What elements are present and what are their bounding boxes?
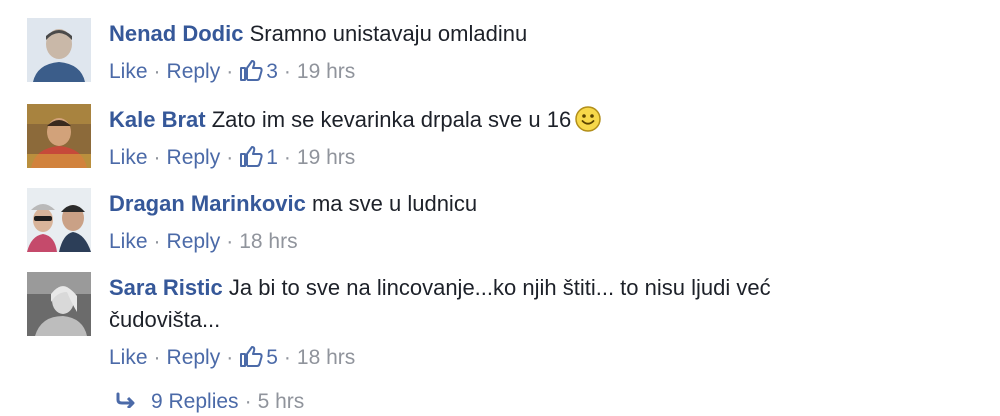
thumbs-up-icon <box>240 146 263 167</box>
like-count-button[interactable]: 5 <box>239 346 278 369</box>
avatar-image <box>27 104 91 168</box>
reply-link[interactable]: Reply <box>167 346 221 369</box>
avatar[interactable] <box>27 272 91 336</box>
reply-link[interactable]: Reply <box>167 230 221 253</box>
reply-link[interactable]: Reply <box>167 146 221 169</box>
view-replies-link[interactable]: 9 Replies <box>151 390 239 413</box>
comment-text-line: Kale Brat Zato im se kevarinka drpala sv… <box>109 104 987 136</box>
thumbs-up-icon <box>240 60 263 81</box>
like-link[interactable]: Like <box>109 230 148 253</box>
like-count: 1 <box>266 146 278 169</box>
avatar-image <box>27 188 91 252</box>
avatar-image <box>27 18 91 82</box>
comment-text-continued: čudovišta... <box>109 307 221 332</box>
comment-text-line: Dragan Marinkovic ma sve u ludnicu <box>109 188 987 220</box>
replies-timestamp[interactable]: 5 hrs <box>258 390 305 413</box>
author-name[interactable]: Dragan Marinkovic <box>109 191 306 216</box>
reply-link[interactable]: Reply <box>167 60 221 83</box>
reply-arrow-icon <box>116 392 135 408</box>
comment-text-line: čudovišta... <box>109 304 987 336</box>
smiley-icon <box>575 106 601 132</box>
avatar[interactable] <box>27 104 91 168</box>
comment-actions: Like · Reply · 1 · 19 hrs <box>109 146 356 169</box>
avatar[interactable] <box>27 188 91 252</box>
avatar-image <box>27 272 91 336</box>
comment-text-line: Nenad Dodic Sramno unistavaju omladinu <box>109 18 987 50</box>
comment-text: Sramno unistavaju omladinu <box>249 21 528 46</box>
comment-text: ma sve u ludnicu <box>311 191 478 216</box>
like-link[interactable]: Like <box>109 346 148 369</box>
avatar[interactable] <box>27 18 91 82</box>
author-name[interactable]: Sara Ristic <box>109 275 223 300</box>
timestamp[interactable]: 19 hrs <box>297 146 355 169</box>
like-count-button[interactable]: 3 <box>239 60 278 83</box>
like-count-button[interactable]: 1 <box>239 146 278 169</box>
like-count: 3 <box>266 60 278 83</box>
like-link[interactable]: Like <box>109 60 148 83</box>
like-count: 5 <box>266 346 278 369</box>
comment-actions: Like · Reply · 3 · 19 hrs <box>109 60 356 83</box>
view-replies: 9 Replies · 5 hrs <box>115 388 304 416</box>
timestamp[interactable]: 18 hrs <box>297 346 355 369</box>
comment-text-line: Sara Ristic Ja bi to sve na lincovanje..… <box>109 272 987 304</box>
timestamp[interactable]: 18 hrs <box>239 230 297 253</box>
like-link[interactable]: Like <box>109 146 148 169</box>
comment-actions: Like · Reply · 5 · 18 hrs <box>109 346 356 369</box>
comment-text: Zato im se kevarinka drpala sve u 16 <box>211 107 572 132</box>
timestamp[interactable]: 19 hrs <box>297 60 355 83</box>
comment-actions: Like · Reply · 18 hrs <box>109 230 298 253</box>
author-name[interactable]: Kale Brat <box>109 107 206 132</box>
thumbs-up-icon <box>240 346 263 367</box>
author-name[interactable]: Nenad Dodic <box>109 21 243 46</box>
comment-text: Ja bi to sve na lincovanje...ko njih šti… <box>228 275 771 300</box>
